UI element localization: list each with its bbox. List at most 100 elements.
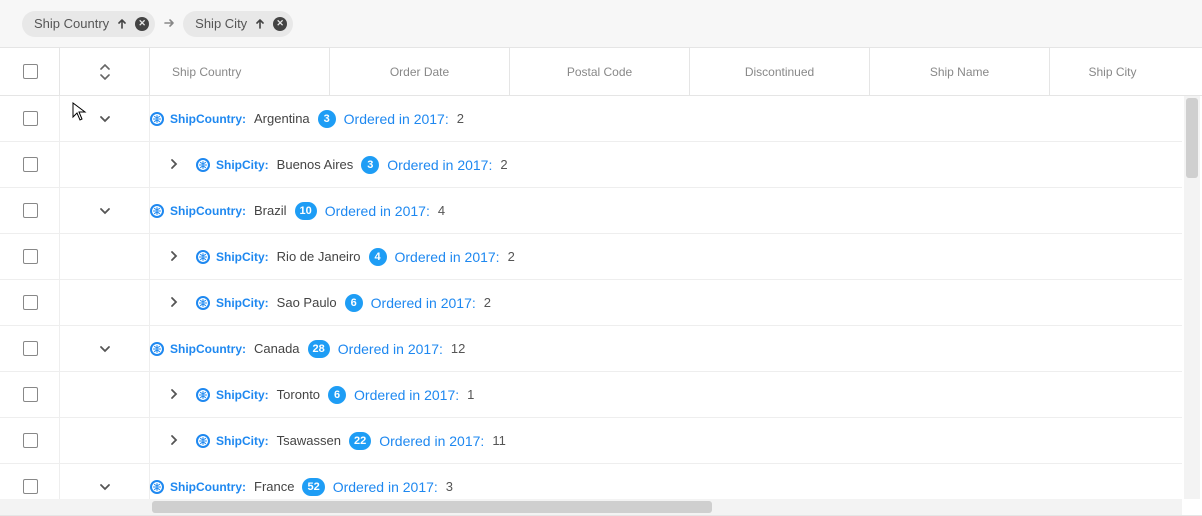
chevron-right-icon[interactable] xyxy=(167,387,181,401)
group-row-country[interactable]: ShipCountry:Argentina3Ordered in 2017:2 xyxy=(0,96,1182,142)
header-select-all[interactable] xyxy=(0,48,60,95)
row-checkbox[interactable] xyxy=(23,387,38,402)
ordered-count: 3 xyxy=(446,479,453,494)
chevron-down-icon[interactable] xyxy=(98,342,112,356)
group-key-label: ShipCountry: xyxy=(170,342,246,356)
globe-icon xyxy=(196,296,210,310)
count-badge: 6 xyxy=(328,386,346,404)
chevron-down-icon[interactable] xyxy=(98,112,112,126)
horizontal-scroll-thumb[interactable] xyxy=(152,501,712,513)
row-checkbox[interactable] xyxy=(23,111,38,126)
ordered-label: Ordered in 2017: xyxy=(371,295,476,311)
group-chip-ship-city[interactable]: Ship City ✕ xyxy=(183,11,293,37)
column-header-row: Ship Country Order Date Postal Code Disc… xyxy=(0,48,1202,96)
ordered-label: Ordered in 2017: xyxy=(379,433,484,449)
group-key-label: ShipCity: xyxy=(216,434,269,448)
column-header-ship-country[interactable]: Ship Country xyxy=(150,48,330,95)
column-header-order-date[interactable]: Order Date xyxy=(330,48,510,95)
count-badge: 3 xyxy=(361,156,379,174)
vertical-scroll-thumb[interactable] xyxy=(1186,98,1198,178)
globe-icon xyxy=(150,480,164,494)
row-checkbox[interactable] xyxy=(23,203,38,218)
sort-asc-icon[interactable] xyxy=(253,17,267,31)
horizontal-scrollbar[interactable] xyxy=(0,499,1182,515)
globe-icon xyxy=(196,388,210,402)
ordered-count: 11 xyxy=(492,433,506,448)
collapse-all-icon[interactable] xyxy=(99,64,111,80)
group-key-label: ShipCity: xyxy=(216,158,269,172)
group-key-label: ShipCountry: xyxy=(170,112,246,126)
count-badge: 4 xyxy=(369,248,387,266)
group-key-label: ShipCountry: xyxy=(170,480,246,494)
group-value: Sao Paulo xyxy=(277,295,337,310)
ordered-count: 4 xyxy=(438,203,445,218)
count-badge: 52 xyxy=(302,478,324,496)
grid-shell: Ship Country ✕ Ship City ✕ xyxy=(0,0,1202,516)
chevron-right-icon[interactable] xyxy=(167,295,181,309)
count-badge: 6 xyxy=(345,294,363,312)
globe-icon xyxy=(196,158,210,172)
ordered-count: 2 xyxy=(484,295,491,310)
ordered-label: Ordered in 2017: xyxy=(387,157,492,173)
grid-rows: ShipCountry:Argentina3Ordered in 2017:2S… xyxy=(0,96,1182,499)
chevron-down-icon[interactable] xyxy=(98,480,112,494)
globe-icon xyxy=(150,342,164,356)
row-checkbox[interactable] xyxy=(23,479,38,494)
chevron-down-icon[interactable] xyxy=(98,204,112,218)
group-chip-ship-country[interactable]: Ship Country ✕ xyxy=(22,11,155,37)
breadcrumb-separator-icon xyxy=(161,16,177,32)
remove-group-icon[interactable]: ✕ xyxy=(135,17,149,31)
group-key-label: ShipCountry: xyxy=(170,204,246,218)
column-header-discontinued[interactable]: Discontinued xyxy=(690,48,870,95)
group-value: Tsawassen xyxy=(277,433,341,448)
ordered-label: Ordered in 2017: xyxy=(338,341,443,357)
group-key-label: ShipCity: xyxy=(216,250,269,264)
count-badge: 22 xyxy=(349,432,371,450)
group-row-city[interactable]: ShipCity: Sao Paulo 6 Ordered in 2017: 2 xyxy=(0,280,1182,326)
group-row-city[interactable]: ShipCity: Buenos Aires 3 Ordered in 2017: 2 xyxy=(0,142,1182,188)
row-checkbox[interactable] xyxy=(23,295,38,310)
group-row-country[interactable]: ShipCountry: France 52 Ordered in 2017: 3 xyxy=(0,464,1182,499)
count-badge: 10 xyxy=(295,202,317,220)
group-value: Argentina xyxy=(254,111,310,126)
sort-asc-icon[interactable] xyxy=(115,17,129,31)
vertical-scrollbar[interactable] xyxy=(1184,96,1200,499)
group-value: Toronto xyxy=(277,387,320,402)
row-checkbox[interactable] xyxy=(23,157,38,172)
globe-icon xyxy=(196,434,210,448)
header-collapse-all[interactable] xyxy=(60,48,150,95)
globe-icon xyxy=(196,250,210,264)
column-header-ship-name[interactable]: Ship Name xyxy=(870,48,1050,95)
chevron-right-icon[interactable] xyxy=(167,157,181,171)
ordered-count: 2 xyxy=(500,157,507,172)
ordered-label: Ordered in 2017: xyxy=(354,387,459,403)
group-row-country[interactable]: ShipCountry:Brazil10Ordered in 2017:4 xyxy=(0,188,1182,234)
group-row-city[interactable]: ShipCity: Rio de Janeiro 4 Ordered in 2017:… xyxy=(0,234,1182,280)
group-row-country[interactable]: ShipCountry:Canada28Ordered in 2017:12 xyxy=(0,326,1182,372)
ordered-label: Ordered in 2017: xyxy=(325,203,430,219)
ordered-count: 1 xyxy=(467,387,474,402)
group-value: France xyxy=(254,479,294,494)
group-value: Rio de Janeiro xyxy=(277,249,361,264)
chevron-right-icon[interactable] xyxy=(167,249,181,263)
column-header-postal-code[interactable]: Postal Code xyxy=(510,48,690,95)
ordered-label: Ordered in 2017: xyxy=(333,479,438,495)
row-checkbox[interactable] xyxy=(23,249,38,264)
ordered-count: 2 xyxy=(508,249,515,264)
row-checkbox[interactable] xyxy=(23,341,38,356)
group-row-city[interactable]: ShipCity: Tsawassen 22 Ordered in 2017: 11 xyxy=(0,418,1182,464)
group-row-city[interactable]: ShipCity: Toronto 6 Ordered in 2017: 1 xyxy=(0,372,1182,418)
count-badge: 3 xyxy=(318,110,336,128)
column-header-ship-city[interactable]: Ship City xyxy=(1050,48,1175,95)
group-value: Buenos Aires xyxy=(277,157,354,172)
row-checkbox[interactable] xyxy=(23,433,38,448)
remove-group-icon[interactable]: ✕ xyxy=(273,17,287,31)
groupby-bar: Ship Country ✕ Ship City ✕ xyxy=(0,0,1202,48)
group-key-label: ShipCity: xyxy=(216,296,269,310)
select-all-checkbox[interactable] xyxy=(23,64,38,79)
ordered-label: Ordered in 2017: xyxy=(395,249,500,265)
group-chip-label: Ship City xyxy=(195,16,247,31)
chevron-right-icon[interactable] xyxy=(167,433,181,447)
ordered-count: 12 xyxy=(451,341,465,356)
group-key-label: ShipCity: xyxy=(216,388,269,402)
